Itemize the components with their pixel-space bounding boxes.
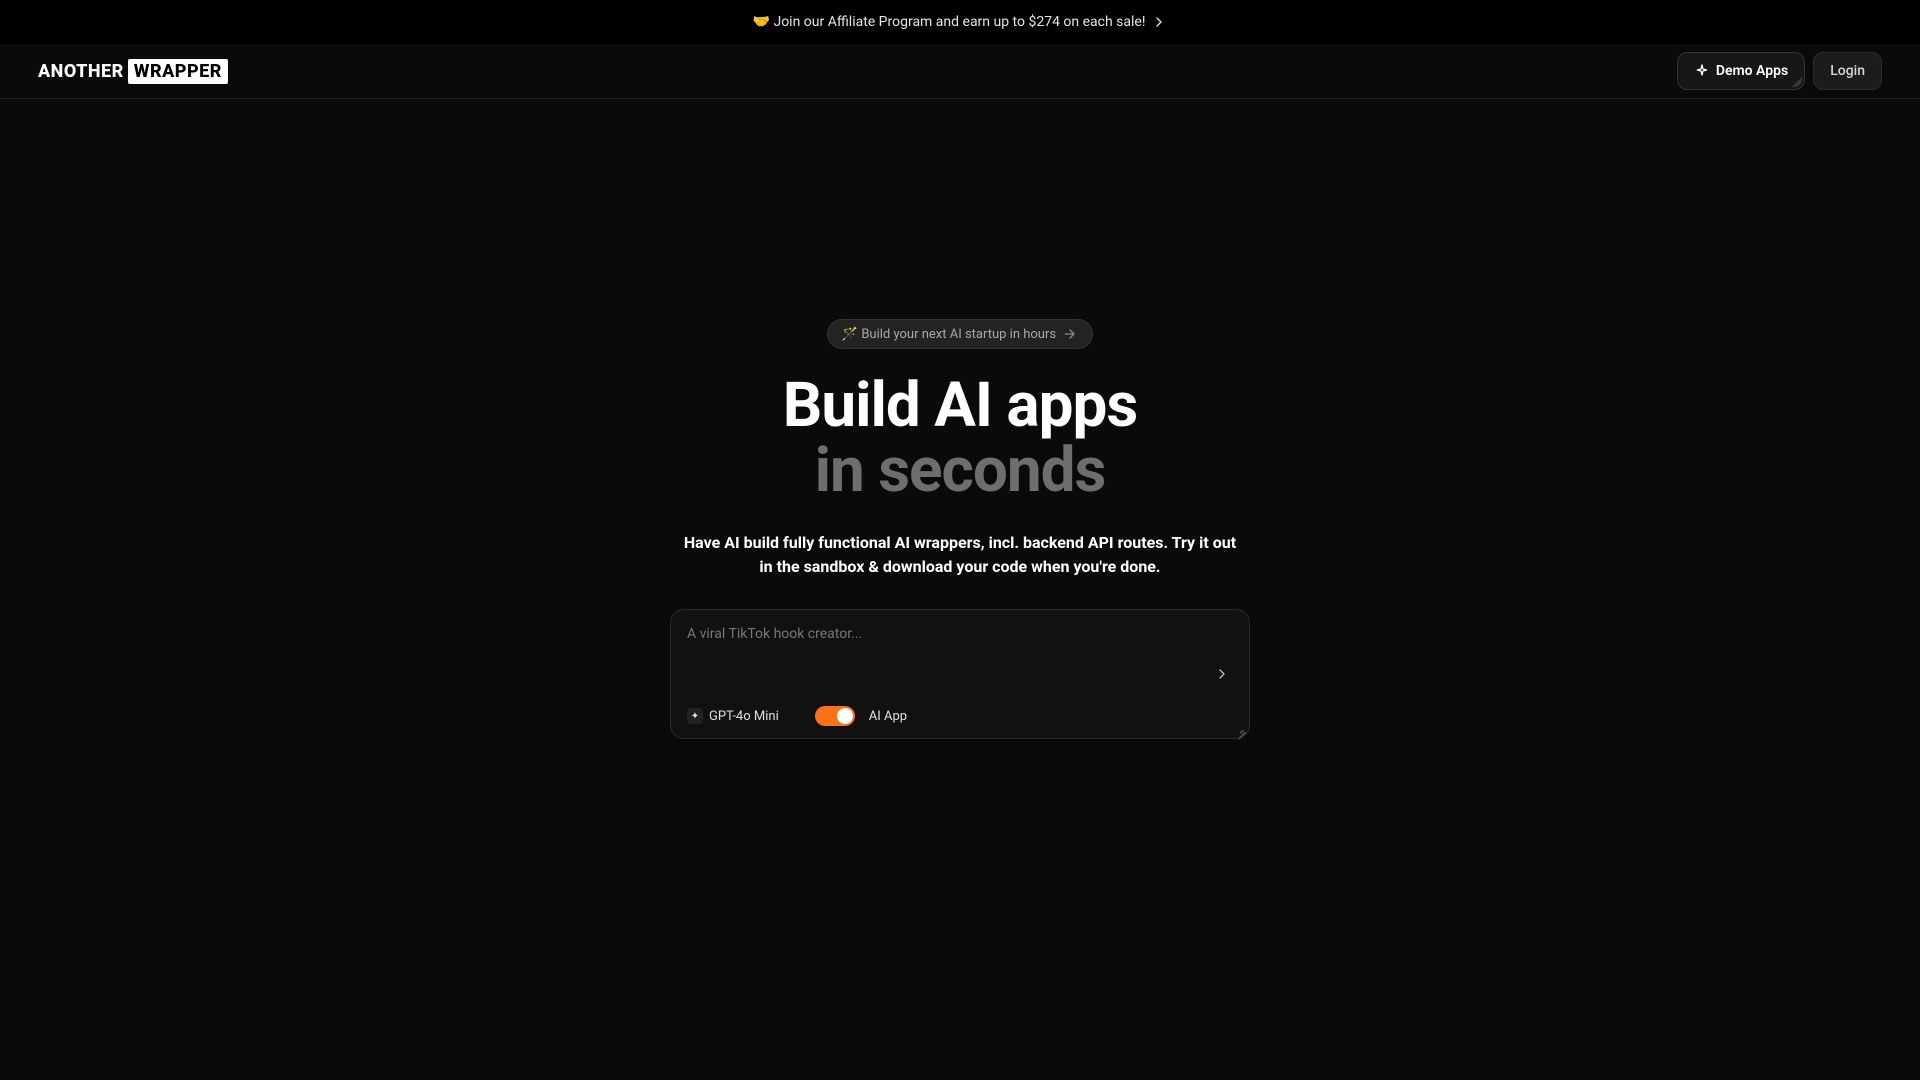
- hero-pill-text: 🪄 Build your next AI startup in hours: [842, 327, 1056, 342]
- ai-app-toggle-label: AI App: [869, 709, 907, 724]
- hero-title-line1: Build AI apps: [783, 373, 1137, 438]
- hero-pill[interactable]: 🪄 Build your next AI startup in hours: [827, 319, 1093, 349]
- demo-apps-label: Demo Apps: [1716, 63, 1788, 79]
- model-name: GPT-4o Mini: [709, 709, 779, 724]
- sparkle-icon: [1694, 63, 1710, 79]
- hero-section: 🪄 Build your next AI startup in hours Bu…: [0, 319, 1920, 739]
- chevron-down-icon: [785, 708, 801, 724]
- affiliate-announcement[interactable]: 🤝 Join our Affiliate Program and earn up…: [0, 0, 1920, 44]
- hero-title-line2: in seconds: [783, 438, 1137, 503]
- demo-apps-button[interactable]: Demo Apps: [1677, 52, 1805, 90]
- hero-title: Build AI apps in seconds: [783, 373, 1137, 503]
- header-actions: Demo Apps Login: [1677, 52, 1882, 90]
- prompt-box: ✦ GPT-4o Mini AI App: [670, 609, 1250, 739]
- model-icon: ✦: [687, 708, 703, 724]
- arrow-right-icon: [1062, 326, 1078, 342]
- logo-text-left: ANOTHER: [38, 61, 124, 82]
- toggle-knob: [837, 708, 853, 724]
- prompt-input[interactable]: [687, 626, 1193, 696]
- resize-handle[interactable]: [1234, 723, 1246, 735]
- login-label: Login: [1830, 63, 1865, 79]
- model-selector[interactable]: ✦ GPT-4o Mini: [687, 708, 801, 724]
- logo-text-right: WRAPPER: [128, 59, 228, 84]
- announcement-text: 🤝 Join our Affiliate Program and earn up…: [753, 14, 1146, 30]
- prompt-controls: ✦ GPT-4o Mini AI App: [687, 706, 1233, 726]
- submit-prompt-button[interactable]: [1209, 661, 1235, 687]
- logo[interactable]: ANOTHER WRAPPER: [38, 59, 228, 84]
- ai-app-toggle[interactable]: [815, 706, 855, 726]
- site-header: ANOTHER WRAPPER Demo Apps Login: [0, 44, 1920, 99]
- chevron-right-icon: [1151, 14, 1167, 30]
- login-button[interactable]: Login: [1813, 52, 1882, 90]
- chevron-right-icon: [1214, 666, 1230, 682]
- hero-subtitle: Have AI build fully functional AI wrappe…: [680, 531, 1240, 579]
